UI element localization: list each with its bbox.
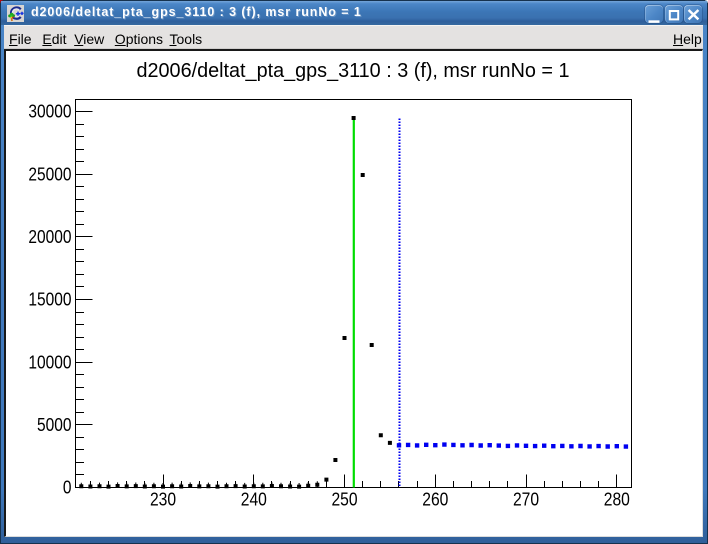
svg-text:230: 230 bbox=[150, 490, 176, 510]
svg-text:d2006/deltat_pta_gps_3110 : 3: d2006/deltat_pta_gps_3110 : 3 (f), msr r… bbox=[137, 60, 570, 82]
svg-text:0: 0 bbox=[63, 478, 72, 498]
svg-text:30000: 30000 bbox=[28, 102, 71, 122]
svg-text:20000: 20000 bbox=[28, 227, 71, 247]
svg-text:15000: 15000 bbox=[28, 290, 71, 310]
svg-text:270: 270 bbox=[513, 490, 539, 510]
svg-text:250: 250 bbox=[331, 490, 357, 510]
svg-text:240: 240 bbox=[241, 490, 267, 510]
svg-text:10000: 10000 bbox=[28, 352, 71, 372]
svg-text:280: 280 bbox=[604, 490, 630, 510]
svg-text:5000: 5000 bbox=[37, 415, 72, 435]
svg-text:260: 260 bbox=[422, 490, 448, 510]
svg-text:25000: 25000 bbox=[28, 164, 71, 184]
